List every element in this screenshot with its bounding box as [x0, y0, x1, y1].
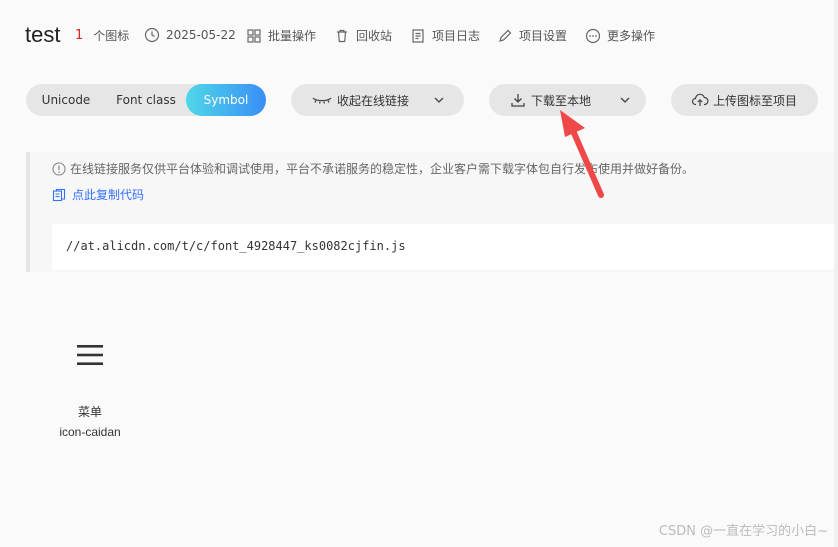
copy-icon	[52, 188, 66, 202]
copy-code-label: 点此复制代码	[72, 188, 145, 202]
project-date: 2025-05-22	[144, 27, 236, 43]
batch-operation-label: 批量操作	[268, 29, 317, 43]
download-local-label: 下载至本地	[531, 93, 592, 108]
icon-count-number: 1	[75, 28, 84, 43]
format-tabs: Unicode Font class Symbol	[26, 84, 266, 116]
grid-icon	[246, 28, 262, 44]
icon-font-class: icon-caidan	[59, 425, 121, 439]
cloud-upload-icon	[691, 91, 709, 109]
date-text: 2025-05-22	[166, 28, 236, 42]
eye-closed-icon	[311, 91, 333, 109]
code-block[interactable]: //at.alicdn.com/t/c/font_4928447_ks0082c…	[52, 224, 838, 270]
download-local-button[interactable]: 下载至本地	[489, 84, 646, 116]
menu-icon	[77, 344, 103, 366]
project-title: test	[25, 22, 61, 47]
batch-operation-button[interactable]: 批量操作	[246, 27, 316, 44]
copy-code-link[interactable]: 点此复制代码	[52, 186, 144, 203]
watermark: CSDN @一直在学习的小白~	[658, 524, 828, 539]
upload-icons-button[interactable]: 上传图标至项目	[671, 84, 818, 116]
log-icon	[410, 28, 426, 44]
icon-name: 菜单	[77, 405, 102, 419]
project-header: test 1 个图标 2025-05-22 批量操作 回收站 项目日志 项目设置	[0, 0, 838, 70]
icon-count: 1 个图标	[75, 27, 129, 44]
notice-text: 在线链接服务仅供平台体验和调试使用，平台不承诺服务的稳定性，企业客户需下载字体包…	[70, 162, 695, 176]
chevron-down-icon	[433, 94, 445, 106]
icon-card[interactable]: 菜单 icon-caidan	[48, 330, 132, 450]
more-operations-button[interactable]: 更多操作	[585, 27, 655, 44]
online-link-panel: 在线链接服务仅供平台体验和调试使用，平台不承诺服务的稳定性，企业客户需下载字体包…	[26, 152, 838, 272]
more-operations-label: 更多操作	[607, 29, 656, 43]
project-settings-button[interactable]: 项目设置	[497, 27, 567, 44]
collapse-online-link-label: 收起在线链接	[337, 93, 410, 108]
collapse-online-link-button[interactable]: 收起在线链接	[291, 84, 464, 116]
project-settings-label: 项目设置	[519, 29, 568, 43]
download-icon	[509, 91, 527, 109]
icon-count-label: 个图标	[93, 29, 130, 43]
trash-icon	[334, 28, 350, 44]
chevron-down-icon	[619, 94, 631, 106]
project-log-button[interactable]: 项目日志	[410, 27, 480, 44]
info-icon	[52, 161, 66, 176]
notice: 在线链接服务仅供平台体验和调试使用，平台不承诺服务的稳定性，企业客户需下载字体包…	[52, 160, 694, 177]
annotation-arrow-icon	[560, 110, 604, 198]
trash-label: 回收站	[356, 29, 393, 43]
scrollbar[interactable]	[834, 0, 838, 547]
upload-icons-label: 上传图标至项目	[713, 93, 798, 108]
pencil-icon	[497, 28, 513, 44]
more-icon	[585, 28, 601, 44]
script-url[interactable]: //at.alicdn.com/t/c/font_4928447_ks0082c…	[66, 239, 406, 253]
tab-symbol[interactable]: Symbol	[186, 84, 266, 116]
trash-button[interactable]: 回收站	[334, 27, 392, 44]
project-log-label: 项目日志	[432, 29, 481, 43]
tab-font-class[interactable]: Font class	[106, 84, 186, 116]
tab-unicode[interactable]: Unicode	[26, 84, 106, 116]
clock-icon	[144, 27, 160, 43]
